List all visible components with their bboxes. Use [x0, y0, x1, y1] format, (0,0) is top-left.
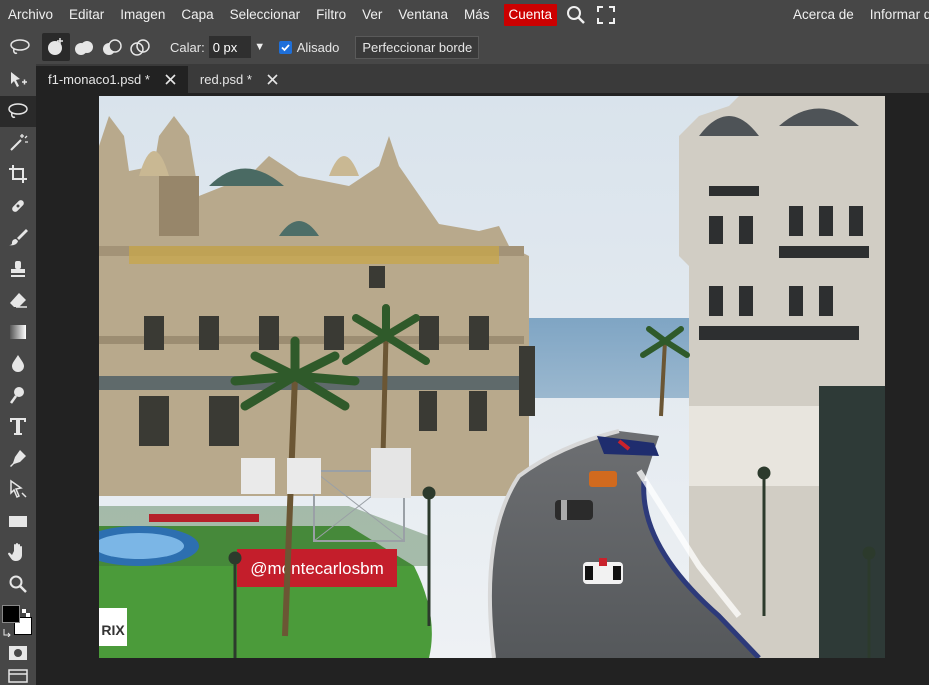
screen-mode-icon[interactable]	[0, 667, 36, 685]
lasso-icon	[6, 33, 34, 61]
account-button[interactable]: Cuenta	[503, 4, 558, 26]
close-icon[interactable]	[266, 73, 280, 87]
feather-label: Calar:	[170, 39, 205, 55]
pen-icon[interactable]	[0, 442, 36, 474]
antialias-checkbox[interactable]	[278, 40, 292, 54]
path-select-icon[interactable]	[0, 474, 36, 506]
close-icon[interactable]	[164, 73, 178, 87]
feather-input[interactable]	[208, 36, 251, 58]
workspace: f1-monaco1.psd * red.psd * @montecarlosb…	[36, 64, 929, 685]
menu-bar: Archivo Editar Imagen Capa Seleccionar F…	[0, 0, 929, 30]
menu-capa[interactable]: Capa	[173, 0, 221, 30]
tab-label: red.psd *	[199, 72, 252, 87]
tab-red[interactable]: red.psd *	[188, 66, 290, 93]
menu-imagen[interactable]: Imagen	[112, 0, 173, 30]
zoom-icon[interactable]	[0, 568, 36, 600]
tab-f1-monaco1[interactable]: f1-monaco1.psd *	[36, 66, 188, 93]
swap-colors-icon[interactable]	[22, 604, 30, 617]
monaco-photo: @montecarlosbm RIX	[99, 96, 885, 658]
menu-informar[interactable]: Informar de	[862, 0, 929, 30]
rectangle-shape-icon[interactable]	[0, 505, 36, 537]
canvas-banner-text: @montecarlosbm	[250, 559, 383, 578]
brush-icon[interactable]	[0, 222, 36, 254]
options-bar: Calar: ▼ Alisado Perfeccionar borde	[0, 30, 929, 64]
gradient-icon[interactable]	[0, 316, 36, 348]
menu-mas[interactable]: Más	[456, 0, 498, 30]
default-colors-icon[interactable]	[3, 624, 11, 638]
menu-filtro[interactable]: Filtro	[308, 0, 354, 30]
lasso-tool-icon[interactable]	[0, 95, 36, 127]
search-icon[interactable]	[561, 0, 591, 30]
refine-edge-button[interactable]: Perfeccionar borde	[355, 35, 480, 59]
tab-label: f1-monaco1.psd *	[48, 72, 150, 87]
antialias-label: Alisado	[296, 39, 340, 55]
hand-icon[interactable]	[0, 537, 36, 569]
add-selection-icon[interactable]	[70, 33, 98, 61]
menu-archivo[interactable]: Archivo	[0, 0, 61, 30]
magic-wand-icon[interactable]	[0, 127, 36, 159]
tools-panel	[0, 64, 36, 685]
feather-dropdown-icon[interactable]: ▼	[251, 36, 269, 58]
stamp-icon[interactable]	[0, 253, 36, 285]
healing-icon[interactable]	[0, 190, 36, 222]
dodge-icon[interactable]	[0, 379, 36, 411]
blur-icon[interactable]	[0, 348, 36, 380]
new-selection-icon[interactable]	[42, 33, 70, 61]
document-canvas[interactable]: @montecarlosbm RIX	[99, 96, 885, 658]
menu-ventana[interactable]: Ventana	[390, 0, 456, 30]
canvas-side-banner-text: RIX	[101, 622, 125, 638]
quick-mask-icon[interactable]	[0, 639, 36, 667]
document-tabs: f1-monaco1.psd * red.psd *	[36, 64, 929, 93]
eraser-icon[interactable]	[0, 285, 36, 317]
move-tool-icon[interactable]	[0, 64, 36, 96]
menu-ver[interactable]: Ver	[354, 0, 390, 30]
menu-editar[interactable]: Editar	[61, 0, 112, 30]
menu-seleccionar[interactable]: Seleccionar	[222, 0, 309, 30]
text-icon[interactable]	[0, 411, 36, 443]
crop-icon[interactable]	[0, 159, 36, 191]
foreground-color-swatch[interactable]	[2, 605, 20, 623]
menu-acerca-de[interactable]: Acerca de	[785, 0, 862, 30]
fullscreen-icon[interactable]	[591, 0, 621, 30]
subtract-selection-icon[interactable]	[98, 33, 126, 61]
intersect-selection-icon[interactable]	[126, 33, 154, 61]
